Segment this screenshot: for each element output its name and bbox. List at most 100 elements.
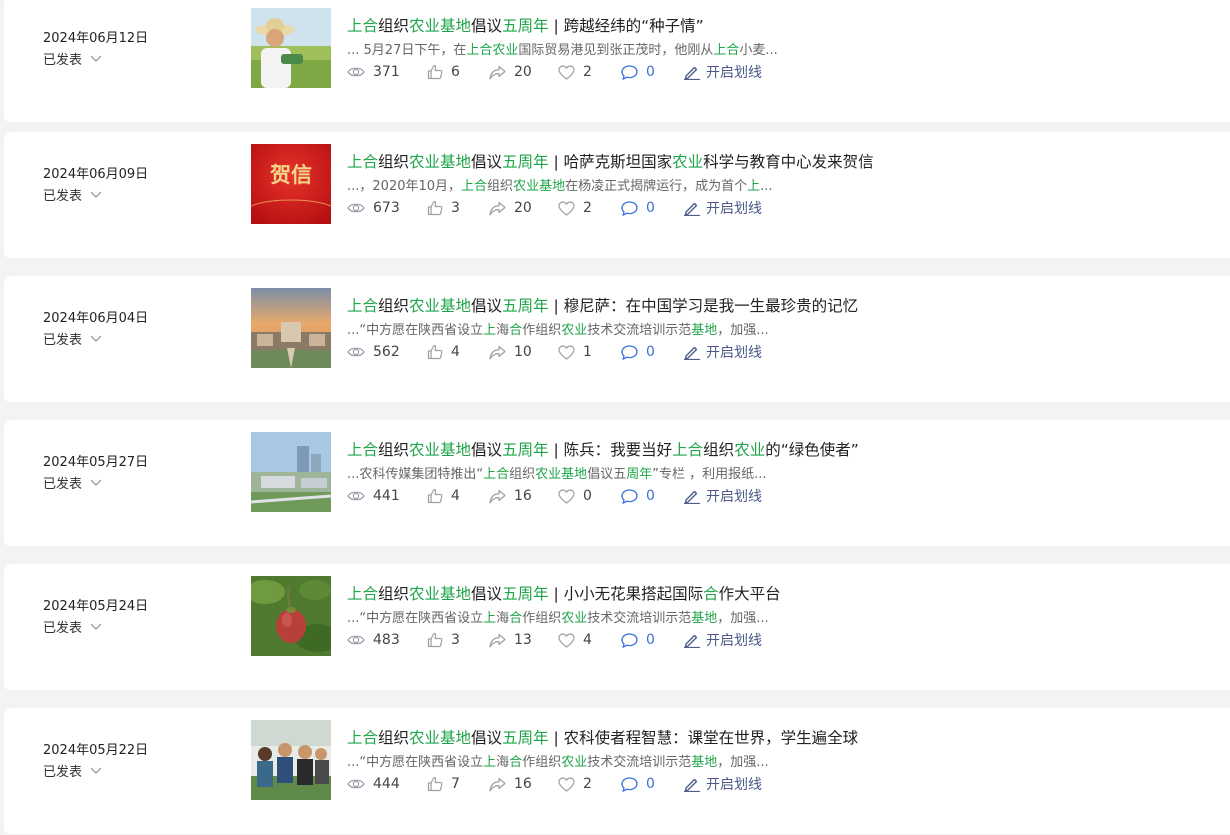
keyword-highlight: 上合 — [483, 467, 510, 482]
heart-icon — [558, 632, 575, 648]
article-excerpt: ... 5月27日下午，在上合农业国际贸易港见到张正茂时，他刚从上合小麦... — [347, 39, 778, 58]
article-thumbnail[interactable] — [251, 720, 331, 800]
favorite-count: 1 — [558, 342, 621, 362]
article-thumbnail[interactable] — [251, 288, 331, 368]
keyword-highlight: 五周年 — [502, 729, 549, 747]
status-label: 已发表 — [43, 621, 83, 636]
status-dropdown[interactable]: 已发表 — [43, 49, 102, 68]
status-label: 已发表 — [43, 333, 83, 348]
text-segment: 组织 — [378, 585, 410, 603]
view-count: 562 — [347, 342, 427, 362]
share-count: 16 — [489, 486, 558, 506]
view-count: 371 — [347, 62, 427, 82]
pen-icon — [684, 490, 700, 504]
keyword-highlight: 上合 — [672, 441, 704, 459]
status-dropdown[interactable]: 已发表 — [43, 329, 102, 348]
comment-bubble-icon — [621, 776, 638, 792]
article-card: 2024年06月09日 已发表 贺信 上合组织农业基地倡议五周年 | 哈萨克斯坦… — [4, 132, 1230, 258]
keyword-highlight: 上 — [747, 179, 761, 194]
keyword-highlight: 五周年 — [502, 585, 549, 603]
keyword-highlight: 上合 — [347, 153, 379, 171]
publish-date: 2024年06月04日 — [43, 311, 149, 326]
text-segment: 倡议 — [471, 297, 503, 315]
text-segment: ...“中方愿在陕西省设立 — [347, 323, 484, 338]
pen-icon — [684, 346, 700, 360]
text-segment: 海 — [496, 611, 510, 626]
status-dropdown[interactable]: 已发表 — [43, 617, 102, 636]
keyword-highlight: 农业基地 — [409, 729, 472, 747]
text-segment: | 跨越经纬的“种子情” — [548, 17, 704, 35]
article-title[interactable]: 上合组织农业基地倡议五周年 | 跨越经纬的“种子情” — [347, 14, 704, 36]
article-thumbnail[interactable] — [251, 432, 331, 512]
article-excerpt: ...“中方愿在陕西省设立上海合作组织农业技术交流培训示范基地，加强... — [347, 319, 769, 338]
text-segment: 倡议 — [471, 153, 503, 171]
keyword-highlight: 上 — [483, 755, 497, 770]
text-segment: 国际贸易港见到张正茂时，他刚从 — [518, 43, 714, 58]
like-count: 3 — [427, 630, 489, 650]
favorite-count: 2 — [558, 774, 621, 794]
keyword-highlight: 农业基地 — [409, 585, 472, 603]
enable-underline-button[interactable]: 开启划线 — [683, 198, 762, 218]
text-segment: 作组织 — [522, 611, 562, 626]
text-segment: 组织 — [378, 441, 410, 459]
heart-icon — [558, 344, 575, 360]
keyword-highlight: 上合 — [347, 17, 379, 35]
keyword-highlight: 五周年 — [502, 153, 549, 171]
comment-bubble-icon — [621, 200, 638, 216]
status-dropdown[interactable]: 已发表 — [43, 761, 102, 780]
comment-count: 0 — [621, 198, 683, 218]
text-segment: | 穆尼萨：在中国学习是我一生最珍贵的记忆 — [548, 297, 859, 315]
chevron-down-icon — [90, 55, 102, 62]
article-title[interactable]: 上合组织农业基地倡议五周年 | 穆尼萨：在中国学习是我一生最珍贵的记忆 — [347, 294, 858, 316]
article-excerpt: ...“中方愿在陕西省设立上海合作组织农业技术交流培训示范基地，加强... — [347, 751, 769, 770]
status-label: 已发表 — [43, 53, 83, 68]
view-count: 441 — [347, 486, 427, 506]
text-segment: ...“中方愿在陕西省设立 — [347, 611, 484, 626]
status-dropdown[interactable]: 已发表 — [43, 185, 102, 204]
text-segment: 小麦... — [739, 43, 778, 58]
text-segment: ，加强... — [717, 323, 769, 338]
text-segment: 海 — [496, 323, 510, 338]
text-segment: 倡议 — [471, 585, 503, 603]
keyword-highlight: 五周年 — [502, 17, 549, 35]
article-title[interactable]: 上合组织农业基地倡议五周年 | 小小无花果搭起国际合作大平台 — [347, 582, 781, 604]
text-segment: 倡议 — [471, 17, 503, 35]
article-title[interactable]: 上合组织农业基地倡议五周年 | 陈兵：我要当好上合组织农业的“绿色使者” — [347, 438, 859, 460]
keyword-highlight: 上合农业 — [466, 43, 519, 58]
status-label: 已发表 — [43, 765, 83, 780]
article-card: 2024年06月12日 已发表 上合组织农业基地倡议五周年 | 跨越经纬的“种子… — [4, 0, 1230, 122]
thumbs-up-icon — [427, 632, 443, 648]
article-thumbnail[interactable] — [251, 8, 331, 88]
enable-underline-button[interactable]: 开启划线 — [683, 486, 762, 506]
eye-icon — [347, 635, 365, 645]
enable-underline-button[interactable]: 开启划线 — [683, 774, 762, 794]
text-segment: ...“中方愿在陕西省设立 — [347, 755, 484, 770]
like-count: 4 — [427, 342, 489, 362]
comment-count: 0 — [621, 774, 683, 794]
keyword-highlight: 五周年 — [502, 441, 549, 459]
pen-icon — [684, 634, 700, 648]
keyword-highlight: 上合 — [347, 585, 379, 603]
article-card: 2024年05月27日 已发表 上合组织农业基地倡议五周年 | 陈兵：我要当好上… — [4, 420, 1230, 546]
keyword-highlight: 农业基地 — [409, 441, 472, 459]
keyword-highlight: 上 — [483, 611, 497, 626]
keyword-highlight: 上合 — [347, 729, 379, 747]
article-thumbnail[interactable]: 贺信 — [251, 144, 331, 224]
enable-underline-button[interactable]: 开启划线 — [683, 342, 762, 362]
enable-underline-button[interactable]: 开启划线 — [683, 62, 762, 82]
article-title[interactable]: 上合组织农业基地倡议五周年 | 农科使者程智慧：课堂在世界，学生遍全球 — [347, 726, 858, 748]
chevron-down-icon — [90, 767, 102, 774]
pen-icon — [684, 778, 700, 792]
article-thumbnail[interactable] — [251, 576, 331, 656]
like-count: 3 — [427, 198, 489, 218]
article-title[interactable]: 上合组织农业基地倡议五周年 | 哈萨克斯坦国家农业科学与教育中心发来贺信 — [347, 150, 874, 172]
status-dropdown[interactable]: 已发表 — [43, 473, 102, 492]
keyword-highlight: 上合 — [347, 297, 379, 315]
heart-icon — [558, 64, 575, 80]
heart-icon — [558, 776, 575, 792]
keyword-highlight: 农业基地 — [409, 153, 472, 171]
keyword-highlight: 农业 — [561, 323, 588, 338]
share-arrow-icon — [489, 777, 506, 792]
enable-underline-button[interactable]: 开启划线 — [683, 630, 762, 650]
text-segment: 作组织 — [522, 323, 562, 338]
